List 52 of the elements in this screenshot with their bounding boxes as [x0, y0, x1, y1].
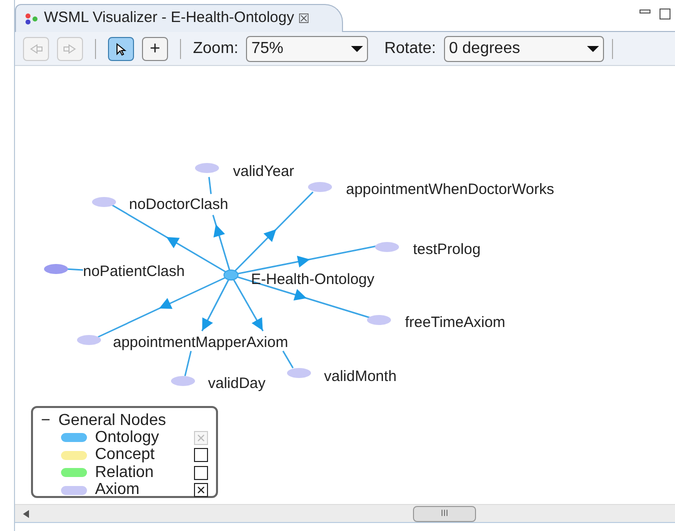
checkbox[interactable]	[194, 448, 208, 462]
legend-title: General Nodes	[58, 412, 166, 429]
node-label: testProlog	[413, 241, 481, 258]
legend-label: Axiom	[95, 480, 140, 500]
dropdown-caret-icon	[351, 44, 364, 52]
scroll-left-icon[interactable]	[23, 510, 29, 518]
app-icon	[24, 12, 40, 24]
legend-label: Relation	[95, 462, 155, 482]
tab-title: WSML Visualizer - E-Health-Ontology	[44, 8, 294, 28]
legend-label: Ontology	[95, 428, 160, 448]
edge-line	[208, 176, 212, 194]
node-label: appointmentMapperAxiom	[113, 334, 288, 351]
rotate-label: Rotate:	[384, 38, 436, 58]
node-label: noDoctorClash	[129, 196, 228, 213]
zoom-label: Zoom:	[193, 38, 238, 58]
graph-node[interactable]	[44, 264, 68, 274]
add-button[interactable]: +	[142, 36, 168, 60]
check-mark-icon	[197, 486, 205, 494]
zoom-dropdown[interactable]: 75%	[246, 36, 368, 62]
graph-node[interactable]	[367, 315, 391, 325]
edge-line	[282, 350, 294, 368]
edge-line	[66, 268, 84, 271]
rotate-dropdown[interactable]: 0 degrees	[444, 36, 604, 62]
graph-node[interactable]	[287, 368, 311, 378]
node-label: freeTimeAxiom	[405, 314, 506, 331]
graph-node[interactable]	[171, 376, 195, 386]
graph-node[interactable]	[308, 182, 332, 192]
node-label: appointmentWhenDoctorWorks	[346, 181, 554, 198]
node-label: E-Health-Ontology	[251, 271, 374, 288]
edge-line	[184, 350, 192, 376]
legend-label: Concept	[95, 446, 156, 465]
checkbox[interactable]	[194, 483, 208, 498]
node-label: validDay	[208, 375, 266, 392]
check-mark-icon	[197, 434, 205, 442]
node-label: noPatientClash	[83, 263, 185, 280]
scrollbar-thumb[interactable]: III	[413, 506, 476, 522]
checkbox[interactable]	[194, 466, 208, 480]
maximize-icon[interactable]	[659, 8, 671, 20]
graph-node[interactable]	[92, 197, 116, 207]
horizontal-scrollbar[interactable]: III	[15, 504, 675, 522]
editor-tab[interactable]: WSML Visualizer - E-Health-Ontology ☒	[15, 4, 344, 32]
node-label: validMonth	[324, 368, 397, 385]
graph-node[interactable]	[195, 163, 219, 173]
collapse-toggle[interactable]: −	[41, 412, 50, 429]
graph-node[interactable]	[224, 270, 238, 280]
graph-node[interactable]	[77, 335, 101, 345]
close-icon[interactable]: ☒	[298, 8, 310, 28]
minimize-icon[interactable]	[639, 8, 651, 16]
node-label: validYear	[233, 163, 294, 180]
select-tool-button[interactable]	[108, 36, 134, 60]
dropdown-caret-icon	[586, 44, 599, 52]
graph-node[interactable]	[375, 242, 399, 252]
